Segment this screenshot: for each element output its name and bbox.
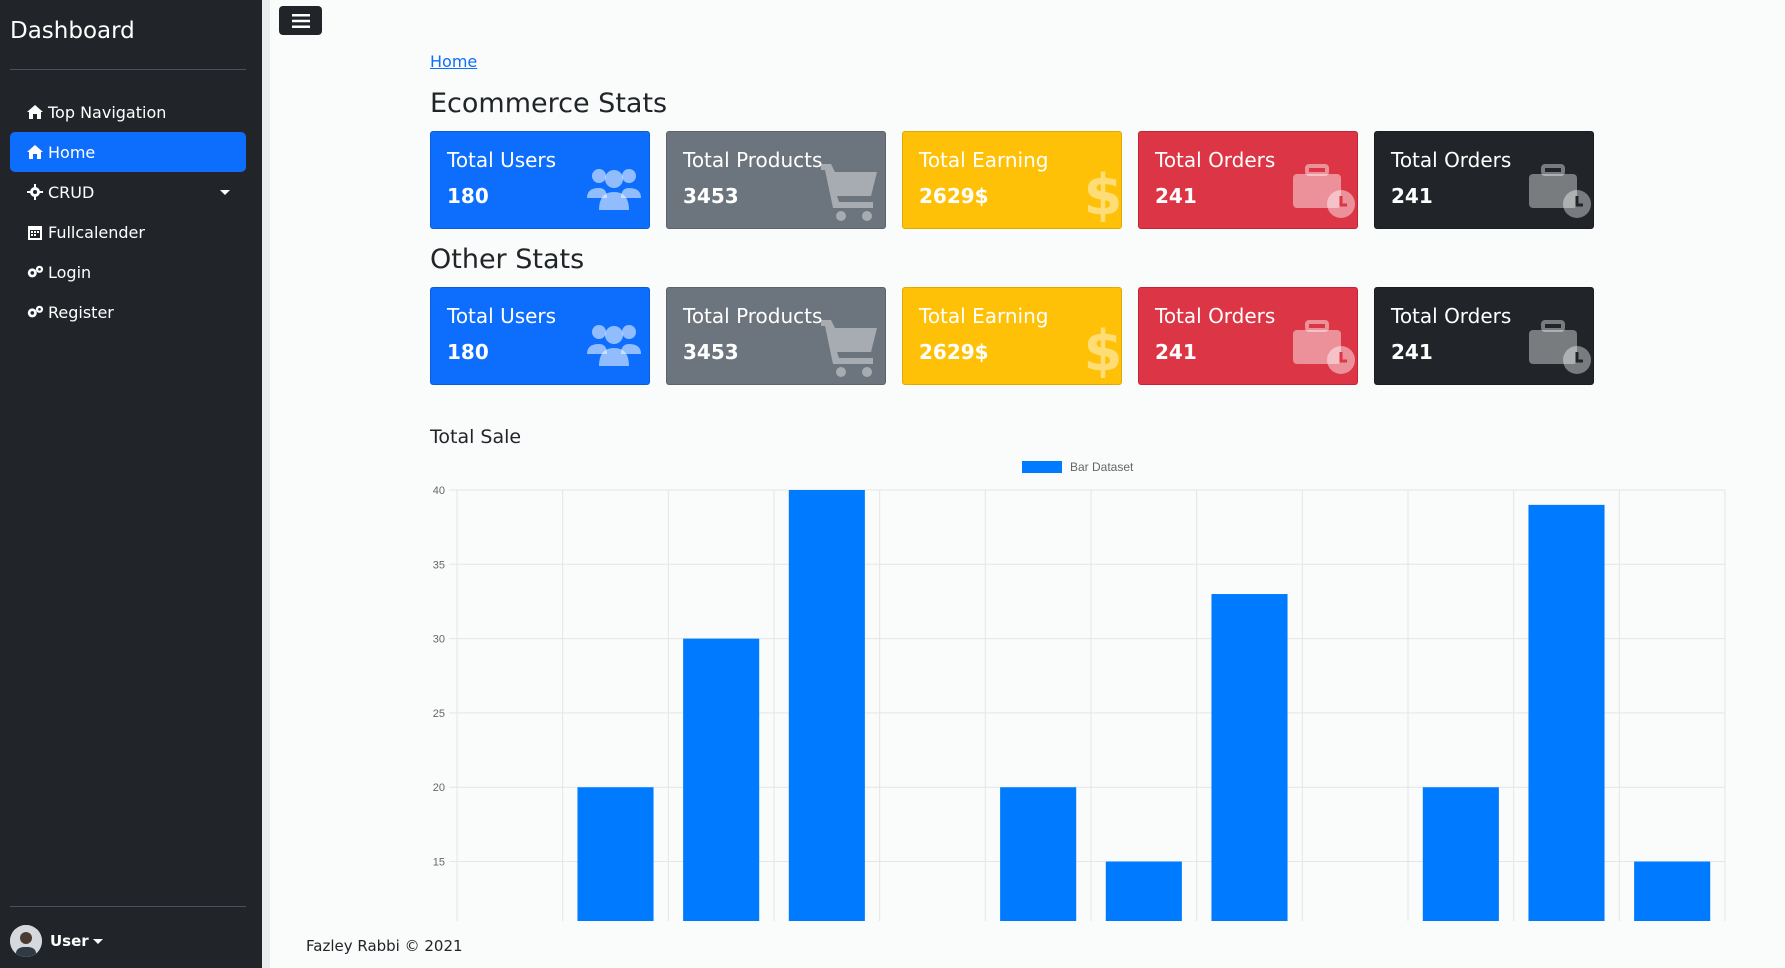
chevron-down-icon (220, 190, 230, 195)
sidebar-item-crud[interactable]: CRUD (10, 172, 246, 212)
sidebar-edge (262, 0, 270, 968)
user-menu[interactable]: User (10, 925, 103, 957)
y-tick-label: 15 (433, 857, 445, 869)
stat-value: 241 (1391, 340, 1433, 364)
sidebar-item-label: Login (48, 262, 92, 282)
stat-value: 241 (1155, 340, 1197, 364)
chart-bar[interactable] (788, 490, 865, 921)
sidebar-item-label: Fullcalender (48, 222, 145, 242)
y-tick-label: 30 (433, 634, 445, 646)
section-title-ecommerce: Ecommerce Stats (430, 88, 668, 119)
stat-label: Total Users (447, 148, 557, 172)
stat-card: Total Users 180 (430, 131, 650, 229)
sidebar-item-fullcalender[interactable]: Fullcalender (10, 212, 246, 252)
avatar (10, 925, 42, 957)
briefcase-clock-icon (1293, 164, 1355, 218)
users-icon (587, 325, 641, 366)
stat-label: Total Products (683, 148, 823, 172)
y-tick-label: 35 (433, 559, 445, 571)
stat-card: Total Products 3453 (666, 131, 886, 229)
sidebar-title: Dashboard (10, 18, 135, 44)
stat-value: 180 (447, 340, 489, 364)
chart-title: Total Sale (430, 426, 522, 448)
sidebar-item-label: Register (48, 302, 114, 322)
home-icon (26, 103, 44, 121)
gears-icon (26, 303, 44, 321)
chart-bar[interactable] (1105, 861, 1182, 921)
stat-label: Total Orders (1391, 148, 1512, 172)
sidebar-item-label: Home (48, 142, 96, 162)
stat-value: 180 (447, 184, 489, 208)
y-axis-ticks: 15 20 25 30 35 40 (433, 485, 445, 869)
section-title-other: Other Stats (430, 244, 585, 275)
briefcase-clock-icon (1529, 320, 1591, 374)
stat-label: Total Orders (1391, 304, 1512, 328)
stat-card: Total Orders 241 (1374, 131, 1594, 229)
stat-value: 2629$ (919, 184, 989, 208)
stat-card: Total Earning 2629$ $ (902, 287, 1122, 385)
stat-value: 2629$ (919, 340, 989, 364)
briefcase-clock-icon (1529, 164, 1591, 218)
total-sale-bar-chart: Bar Dataset 15 20 25 30 35 40 (433, 460, 1726, 921)
chart-bar[interactable] (1422, 787, 1499, 921)
chart-bar[interactable] (1000, 787, 1077, 921)
stat-label: Total Orders (1155, 148, 1276, 172)
sidebar-item-label: Top Navigation (48, 102, 167, 122)
legend-label[interactable]: Bar Dataset (1070, 460, 1134, 474)
sidebar-nav: Top Navigation Home CRUD Fullcalender Lo… (10, 92, 246, 332)
stat-value: 241 (1391, 184, 1433, 208)
stat-label: Total Orders (1155, 304, 1276, 328)
chart-bar[interactable] (683, 638, 760, 921)
stat-label: Total Earning (919, 148, 1049, 172)
sidebar-item-register[interactable]: Register (10, 292, 246, 332)
user-name: User (50, 932, 89, 950)
stat-value: 3453 (683, 184, 739, 208)
chart-legend: Bar Dataset (1022, 460, 1134, 474)
sidebar-item-top-navigation[interactable]: Top Navigation (10, 92, 246, 132)
stat-card: Total Products 3453 (666, 287, 886, 385)
sidebar-divider (10, 69, 246, 70)
briefcase-clock-icon (1293, 320, 1355, 374)
gear-icon (26, 183, 44, 201)
sidebar: Dashboard Top Navigation Home CRUD Fullc… (0, 0, 262, 968)
chart-bar[interactable] (1634, 861, 1711, 921)
sidebar-item-label: CRUD (48, 182, 95, 202)
stat-card: Total Earning 2629$ $ (902, 131, 1122, 229)
stat-label: Total Users (447, 304, 557, 328)
stat-value: 3453 (683, 340, 739, 364)
stat-value: 241 (1155, 184, 1197, 208)
home-icon (26, 143, 44, 161)
chart-bar[interactable] (577, 787, 654, 921)
svg-text:$: $ (1084, 163, 1121, 222)
users-icon (587, 169, 641, 210)
stat-card: Total Orders 241 (1374, 287, 1594, 385)
legend-swatch[interactable] (1022, 461, 1062, 473)
svg-text:$: $ (1084, 319, 1121, 378)
chart-bar[interactable] (1528, 504, 1605, 921)
hamburger-icon (291, 13, 310, 28)
sidebar-item-login[interactable]: Login (10, 252, 246, 292)
footer-copyright: Fazley Rabbi © 2021 (306, 937, 463, 955)
sidebar-item-home[interactable]: Home (10, 132, 246, 172)
gears-icon (26, 263, 44, 281)
stat-label: Total Products (683, 304, 823, 328)
caret-down-icon (92, 938, 103, 944)
chart-bar[interactable] (1211, 594, 1288, 921)
calendar-icon (26, 223, 44, 241)
stat-card: Total Orders 241 (1138, 287, 1358, 385)
cart-icon (821, 320, 877, 377)
stat-card: Total Orders 241 (1138, 131, 1358, 229)
sidebar-divider (10, 906, 246, 907)
dollar-icon: $ (1084, 319, 1121, 378)
menu-toggle-button[interactable] (279, 6, 322, 35)
y-tick-label: 20 (433, 782, 445, 794)
stat-label: Total Earning (919, 304, 1049, 328)
chart-bars (577, 490, 1711, 921)
stat-card: Total Users 180 (430, 287, 650, 385)
breadcrumb-home[interactable]: Home (430, 52, 477, 71)
cart-icon (821, 164, 877, 221)
y-tick-label: 40 (433, 485, 445, 497)
y-tick-label: 25 (433, 708, 445, 720)
dollar-icon: $ (1084, 163, 1121, 222)
